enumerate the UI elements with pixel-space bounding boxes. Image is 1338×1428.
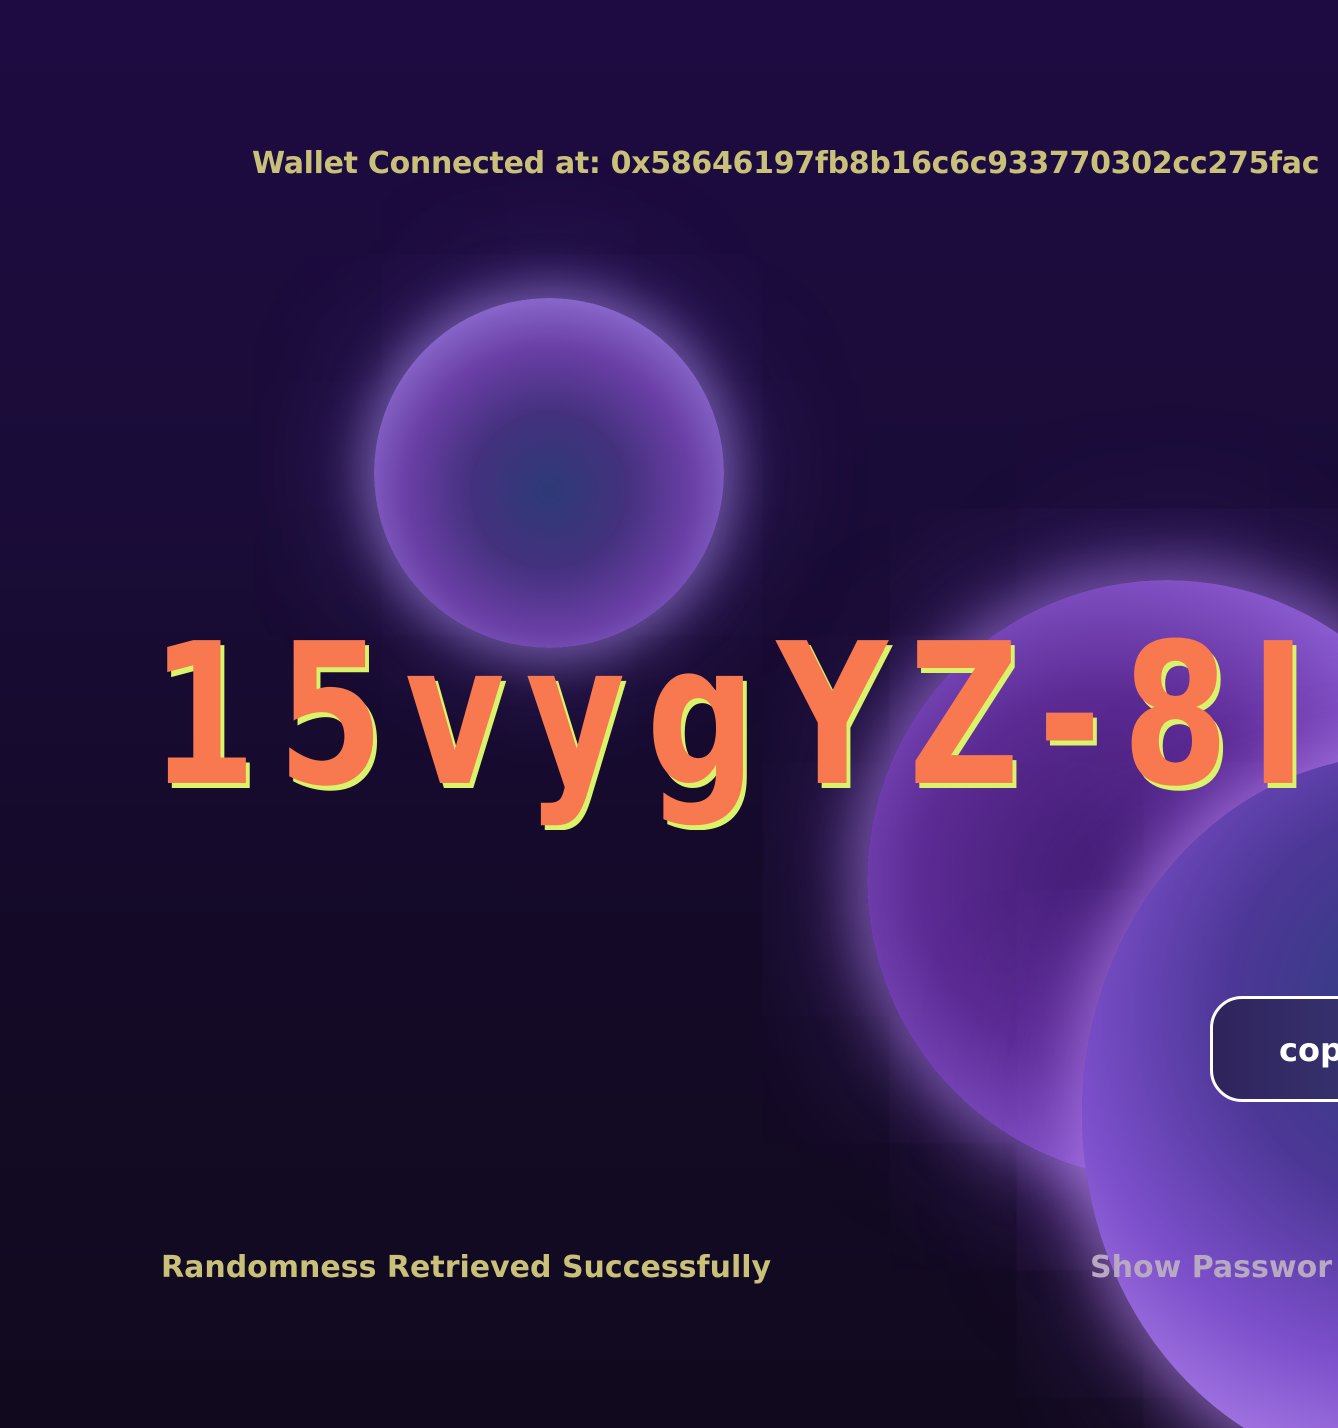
decorative-orb-top	[374, 298, 724, 648]
wallet-connected-label: Wallet Connected at:	[252, 146, 601, 181]
wallet-address: 0x58646197fb8b16c6c933770302cc275fac	[610, 146, 1320, 181]
app-scene: Wallet Connected at: 0x58646197fb8b16c6c9…	[0, 0, 1338, 1428]
randomness-status-text: Randomness Retrieved Successfully	[161, 1250, 772, 1285]
generated-password: 15vygYZ-8I	[150, 602, 1328, 830]
wallet-status: Wallet Connected at: 0x58646197fb8b16c6c9…	[252, 146, 1320, 181]
copy-button[interactable]: cop	[1210, 996, 1338, 1102]
show-password-toggle[interactable]: Show Passwor	[1090, 1250, 1332, 1285]
